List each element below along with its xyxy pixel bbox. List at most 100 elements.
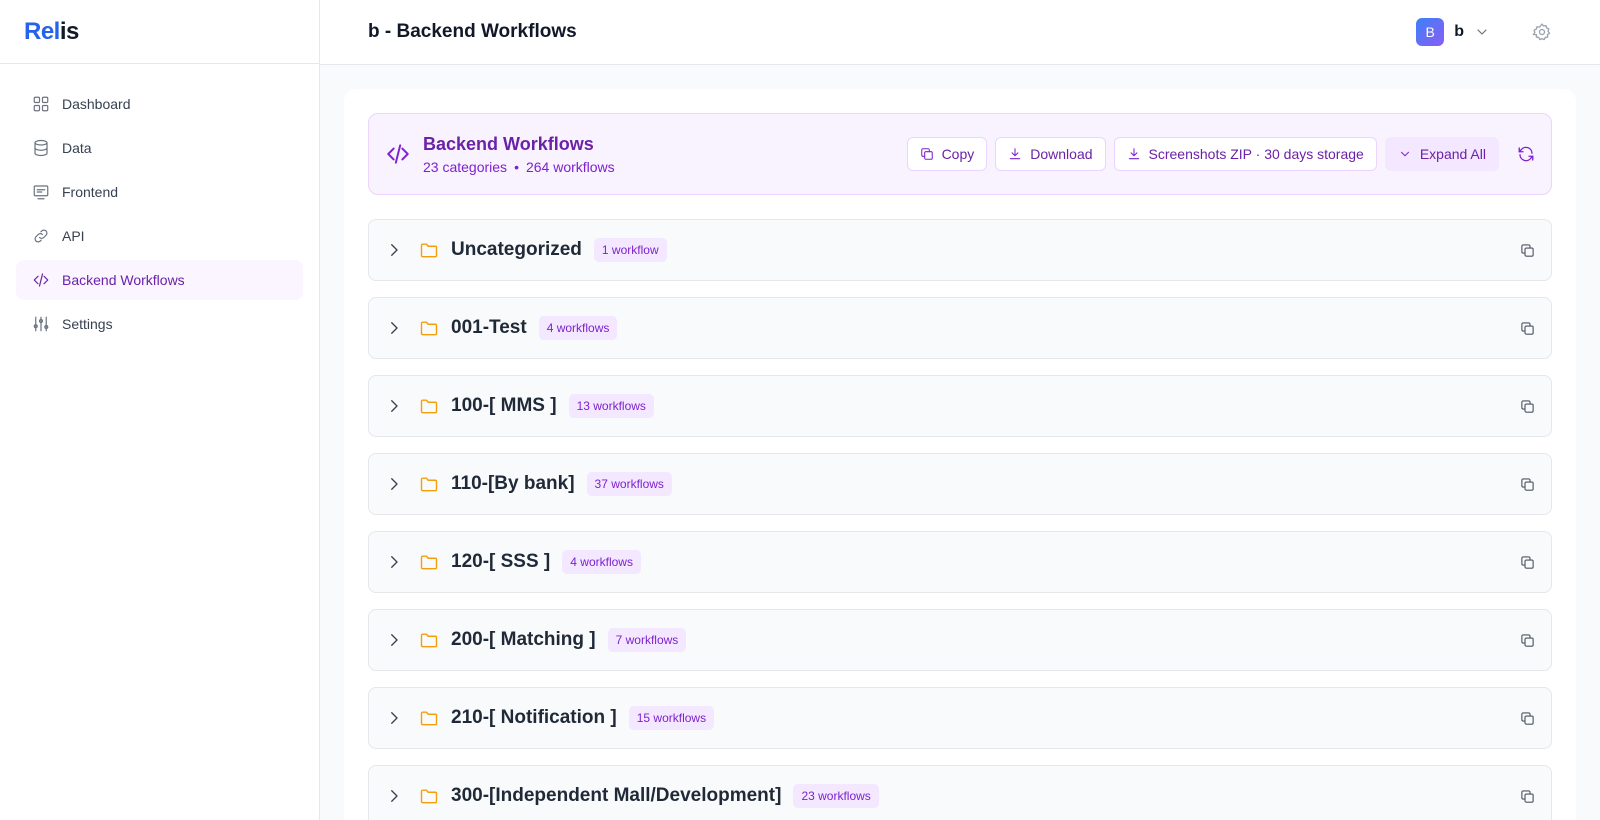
expand-all-label: Expand All (1419, 146, 1486, 162)
app-logo[interactable]: Rel is (0, 0, 319, 64)
logo-part-1: Rel (24, 17, 60, 45)
screenshots-zip-label: Screenshots ZIP · 30 days storage (1148, 146, 1364, 162)
copy-icon[interactable] (1520, 243, 1535, 258)
chevron-right-icon[interactable] (385, 241, 403, 259)
chevron-right-icon[interactable] (385, 709, 403, 727)
workflows-summary: Backend Workflows 23 categories • 264 work… (368, 113, 1552, 195)
sidebar-item-label: Data (62, 140, 92, 156)
workflow-count-badge: 13 workflows (568, 394, 654, 418)
copy-icon[interactable] (1520, 399, 1535, 414)
sidebar-item-dashboard[interactable]: Dashboard (16, 84, 303, 124)
category-row[interactable]: 120-[ SSS ] 4 workflows (368, 531, 1552, 593)
copy-icon[interactable] (1520, 633, 1535, 648)
download-button-label: Download (1030, 146, 1093, 162)
database-icon (34, 139, 48, 157)
chevron-down-icon[interactable] (1474, 24, 1490, 40)
category-name: 210-[ Notification ] (451, 707, 617, 728)
logo-part-2: is (59, 17, 80, 45)
summary-title: Backend Workflows (423, 134, 594, 154)
user-area: B b (1416, 18, 1552, 46)
category-name: 100-[ MMS ] (451, 395, 557, 416)
screenshots-zip-button[interactable]: Screenshots ZIP · 30 days storage (1113, 137, 1377, 171)
grid-icon (33, 96, 49, 112)
workflow-count-badge: 4 workflows (562, 550, 641, 574)
sidebar-item-label: Frontend (62, 184, 119, 200)
category-row[interactable]: 200-[ Matching ] 7 workflows (368, 609, 1552, 671)
chevron-right-icon[interactable] (385, 553, 403, 571)
copy-icon (920, 148, 933, 160)
category-name: 120-[ SSS ] (451, 551, 551, 572)
summary-subtitle: 23 categories • 264 workflows (423, 159, 615, 175)
folder-icon (420, 633, 438, 648)
chevron-right-icon[interactable] (385, 397, 403, 415)
sidebar-item-label: Backend Workflows (62, 272, 185, 288)
folder-icon (420, 477, 438, 492)
workflow-count-badge: 7 workflows (607, 628, 687, 652)
copy-icon[interactable] (1520, 711, 1535, 726)
sidebar-item-label: Settings (62, 316, 113, 332)
category-row[interactable]: Uncategorized 1 workflow (368, 219, 1552, 281)
sidebar-item-label: Dashboard (62, 96, 131, 112)
workflows-count: 264 workflows (525, 159, 615, 175)
folder-icon (420, 243, 438, 258)
category-name: Uncategorized (451, 239, 582, 260)
category-name: 200-[ Matching ] (451, 629, 596, 650)
workflow-count-badge: 1 workflow (593, 238, 667, 262)
expand-all-button[interactable]: Expand All (1384, 137, 1499, 171)
user-name[interactable]: b (1454, 23, 1464, 41)
category-name: 110-[By bank] (451, 473, 575, 494)
avatar[interactable]: B (1416, 18, 1445, 46)
category-row[interactable]: 001-Test 4 workflows (368, 297, 1552, 359)
sidebar-nav: Dashboard Data Frontend API Backend Work… (0, 64, 319, 368)
monitor-icon (33, 185, 49, 200)
categories-count: 23 categories (423, 159, 508, 175)
copy-icon[interactable] (1520, 555, 1535, 570)
chevron-right-icon[interactable] (385, 787, 403, 805)
category-row[interactable]: 110-[By bank] 37 workflows (368, 453, 1552, 515)
sidebar-item-frontend[interactable]: Frontend (16, 172, 303, 212)
chevron-right-icon[interactable] (385, 475, 403, 493)
top-bar: b - Backend Workflows B b (320, 0, 1600, 65)
workflow-count-badge: 23 workflows (793, 784, 879, 808)
sidebar: Rel is Dashboard Data Frontend API Backen… (0, 0, 320, 820)
copy-button[interactable]: Copy (906, 137, 988, 171)
category-name: 300-[Independent Mall/Development] (451, 785, 782, 806)
chevron-right-icon[interactable] (385, 319, 403, 337)
chevron-right-icon[interactable] (385, 631, 403, 649)
copy-icon[interactable] (1520, 321, 1535, 336)
copy-icon[interactable] (1520, 477, 1535, 492)
category-row[interactable]: 300-[Independent Mall/Development] 23 wo… (368, 765, 1552, 820)
sliders-icon (33, 316, 49, 332)
category-row[interactable]: 100-[ MMS ] 13 workflows (368, 375, 1552, 437)
copy-icon[interactable] (1520, 789, 1535, 804)
folder-icon (420, 711, 438, 726)
folder-icon (420, 321, 438, 336)
workflow-count-badge: 37 workflows (586, 472, 672, 496)
download-icon (1128, 148, 1139, 160)
gear-icon[interactable] (1532, 22, 1552, 42)
workflow-count-badge: 4 workflows (538, 316, 618, 340)
code-icon (387, 144, 409, 164)
folder-icon (420, 789, 438, 804)
sidebar-item-backend-workflows[interactable]: Backend Workflows (16, 260, 303, 300)
summary-actions: Copy Download Screenshots ZIP · 30 days … (899, 137, 1535, 171)
code-icon (33, 273, 49, 287)
category-name: 001-Test (451, 317, 527, 338)
download-button[interactable]: Download (995, 137, 1106, 171)
sidebar-item-settings[interactable]: Settings (16, 304, 303, 344)
page-title: b - Backend Workflows (368, 21, 577, 42)
category-list: Uncategorized 1 workflow 001-Test 4 work… (368, 219, 1552, 820)
sidebar-item-label: API (62, 228, 85, 244)
link-icon (34, 229, 48, 243)
refresh-icon[interactable] (1517, 145, 1535, 163)
summary-text: Backend Workflows 23 categories • 264 work… (423, 133, 615, 175)
separator-dot: • (514, 159, 519, 175)
sidebar-item-api[interactable]: API (16, 216, 303, 256)
folder-icon (420, 399, 438, 414)
category-row[interactable]: 210-[ Notification ] 15 workflows (368, 687, 1552, 749)
folder-icon (420, 555, 438, 570)
chevron-down-icon (1400, 151, 1409, 157)
workflow-count-badge: 15 workflows (628, 706, 715, 730)
download-icon (1010, 148, 1021, 160)
sidebar-item-data[interactable]: Data (16, 128, 303, 168)
